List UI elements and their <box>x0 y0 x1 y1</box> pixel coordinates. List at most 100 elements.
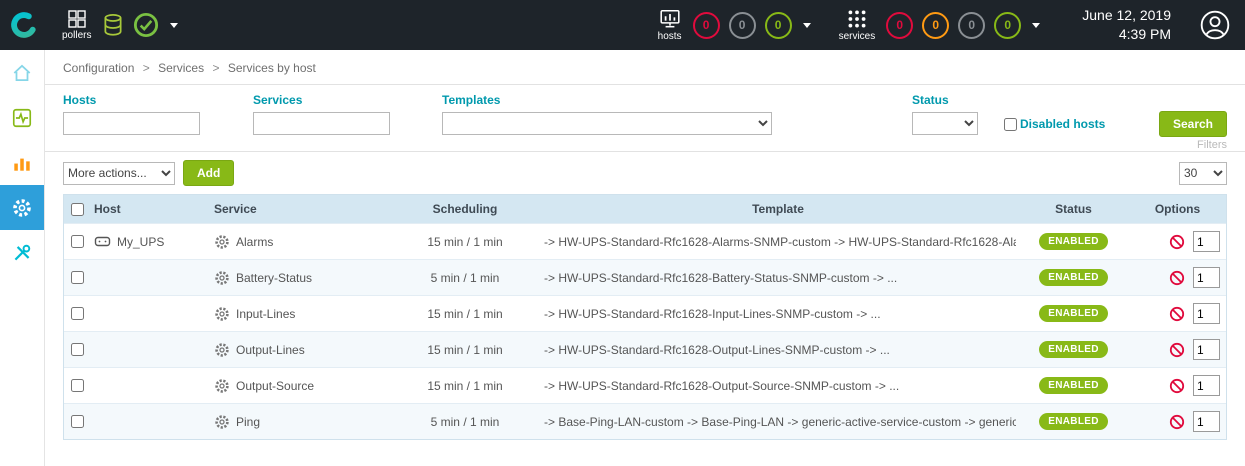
table-row: Output-Lines 15 min / 1 min -> HW-UPS-St… <box>64 331 1226 367</box>
service-cell: Alarms <box>210 234 390 250</box>
breadcrumb-separator: > <box>212 61 219 75</box>
pollers-grid-icon[interactable] <box>67 9 87 29</box>
hosts-filter-input[interactable] <box>63 112 200 135</box>
service-name-link[interactable]: Output-Lines <box>236 343 305 357</box>
row-checkbox-cell <box>64 379 90 392</box>
breadcrumb-separator: > <box>143 61 150 75</box>
sidebar-item-home[interactable] <box>0 50 44 95</box>
pollers-chevron-down-icon[interactable] <box>170 23 178 28</box>
service-name-link[interactable]: Ping <box>236 415 260 429</box>
duplicate-count-input[interactable] <box>1193 375 1220 396</box>
options-cell <box>1131 267 1226 288</box>
host-name[interactable]: My_UPS <box>117 235 164 249</box>
service-cell: Output-Source <box>210 378 390 394</box>
service-name-link[interactable]: Alarms <box>236 235 273 249</box>
row-checkbox-cell <box>64 307 90 320</box>
services-unknown-counter[interactable]: 0 <box>958 12 985 39</box>
header-host[interactable]: Host <box>90 202 210 216</box>
row-checkbox[interactable] <box>71 271 84 284</box>
poller-status-group: pollers <box>62 9 178 41</box>
search-button[interactable]: Search <box>1159 111 1227 137</box>
service-name-link[interactable]: Output-Source <box>236 379 314 393</box>
service-name-link[interactable]: Input-Lines <box>236 307 295 321</box>
hosts-unreachable-counter[interactable]: 0 <box>729 12 756 39</box>
table-row: Input-Lines 15 min / 1 min -> HW-UPS-Sta… <box>64 295 1226 331</box>
header-options: Options <box>1131 202 1226 216</box>
services-label: services <box>839 32 876 42</box>
row-checkbox-cell <box>64 343 90 356</box>
services-chevron-down-icon[interactable] <box>1032 23 1040 28</box>
status-filter-select[interactable] <box>912 112 978 135</box>
disable-service-icon[interactable] <box>1169 270 1185 286</box>
header-template[interactable]: Template <box>540 202 1016 216</box>
disable-service-icon[interactable] <box>1169 414 1185 430</box>
breadcrumb-services[interactable]: Services <box>158 61 204 75</box>
hosts-down-counter[interactable]: 0 <box>693 12 720 39</box>
sidebar-item-administration[interactable] <box>0 230 44 275</box>
add-button[interactable]: Add <box>183 160 234 186</box>
more-actions-select[interactable]: More actions... <box>63 162 175 185</box>
services-table: Host Service Scheduling Template Status … <box>63 194 1227 440</box>
duplicate-count-input[interactable] <box>1193 339 1220 360</box>
options-cell <box>1131 339 1226 360</box>
heartbeat-icon <box>11 107 33 129</box>
services-filter-input[interactable] <box>253 112 390 135</box>
disable-service-icon[interactable] <box>1169 306 1185 322</box>
disabled-hosts-checkbox[interactable] <box>1004 118 1017 131</box>
header-status[interactable]: Status <box>1016 202 1131 216</box>
table-row: Ping 5 min / 1 min -> Base-Ping-LAN-cust… <box>64 403 1226 439</box>
sidebar-item-reporting[interactable] <box>0 140 44 185</box>
hosts-chevron-down-icon[interactable] <box>803 23 811 28</box>
disabled-hosts-label[interactable]: Disabled hosts <box>1020 117 1105 131</box>
duplicate-count-input[interactable] <box>1193 231 1220 252</box>
scheduling-cell: 5 min / 1 min <box>390 271 540 285</box>
duplicate-count-input[interactable] <box>1193 411 1220 432</box>
service-gear-icon <box>214 378 230 394</box>
status-cell: ENABLED <box>1016 305 1131 322</box>
status-badge: ENABLED <box>1039 305 1107 322</box>
status-badge: ENABLED <box>1039 413 1107 430</box>
status-cell: ENABLED <box>1016 377 1131 394</box>
hosts-icon[interactable] <box>659 8 681 30</box>
table-row: My_UPS Alarms 15 min / 1 min -> HW-UPS-S… <box>64 223 1226 259</box>
breadcrumb-services-by-host[interactable]: Services by host <box>228 61 316 75</box>
template-cell: -> HW-UPS-Standard-Rfc1628-Output-Lines-… <box>540 343 1016 357</box>
status-cell: ENABLED <box>1016 233 1131 250</box>
duplicate-count-input[interactable] <box>1193 303 1220 324</box>
poller-ok-check-icon[interactable] <box>133 12 159 38</box>
centreon-logo-icon[interactable] <box>0 0 48 50</box>
database-icon[interactable] <box>102 13 124 37</box>
header-scheduling[interactable]: Scheduling <box>390 202 540 216</box>
duplicate-count-input[interactable] <box>1193 267 1220 288</box>
hosts-up-counter[interactable]: 0 <box>765 12 792 39</box>
select-all-checkbox[interactable] <box>71 203 84 216</box>
service-name-link[interactable]: Battery-Status <box>236 271 312 285</box>
row-checkbox[interactable] <box>71 235 84 248</box>
templates-filter-select[interactable] <box>442 112 772 135</box>
services-icon[interactable] <box>846 8 868 30</box>
filters-caption: Filters <box>1197 139 1227 151</box>
disable-service-icon[interactable] <box>1169 378 1185 394</box>
services-critical-counter[interactable]: 0 <box>886 12 913 39</box>
breadcrumb-configuration[interactable]: Configuration <box>63 61 134 75</box>
options-cell <box>1131 231 1226 252</box>
services-ok-counter[interactable]: 0 <box>994 12 1021 39</box>
row-checkbox[interactable] <box>71 415 84 428</box>
breadcrumb: Configuration > Services > Services by h… <box>45 50 1245 84</box>
hosts-status-group: hosts 0 0 0 <box>658 8 811 42</box>
services-warning-counter[interactable]: 0 <box>922 12 949 39</box>
header-service[interactable]: Service <box>210 202 390 216</box>
scheduling-cell: 15 min / 1 min <box>390 307 540 321</box>
row-checkbox[interactable] <box>71 307 84 320</box>
template-cell: -> HW-UPS-Standard-Rfc1628-Output-Source… <box>540 379 1016 393</box>
disable-service-icon[interactable] <box>1169 234 1185 250</box>
sidebar-item-monitoring[interactable] <box>0 95 44 140</box>
row-checkbox[interactable] <box>71 379 84 392</box>
status-badge: ENABLED <box>1039 233 1107 250</box>
row-checkbox[interactable] <box>71 343 84 356</box>
sidebar-item-configuration[interactable] <box>0 185 44 230</box>
template-cell: -> Base-Ping-LAN-custom -> Base-Ping-LAN… <box>540 415 1016 429</box>
disable-service-icon[interactable] <box>1169 342 1185 358</box>
page-size-select[interactable]: 30 <box>1179 162 1227 185</box>
user-profile-icon[interactable] <box>1199 9 1231 41</box>
